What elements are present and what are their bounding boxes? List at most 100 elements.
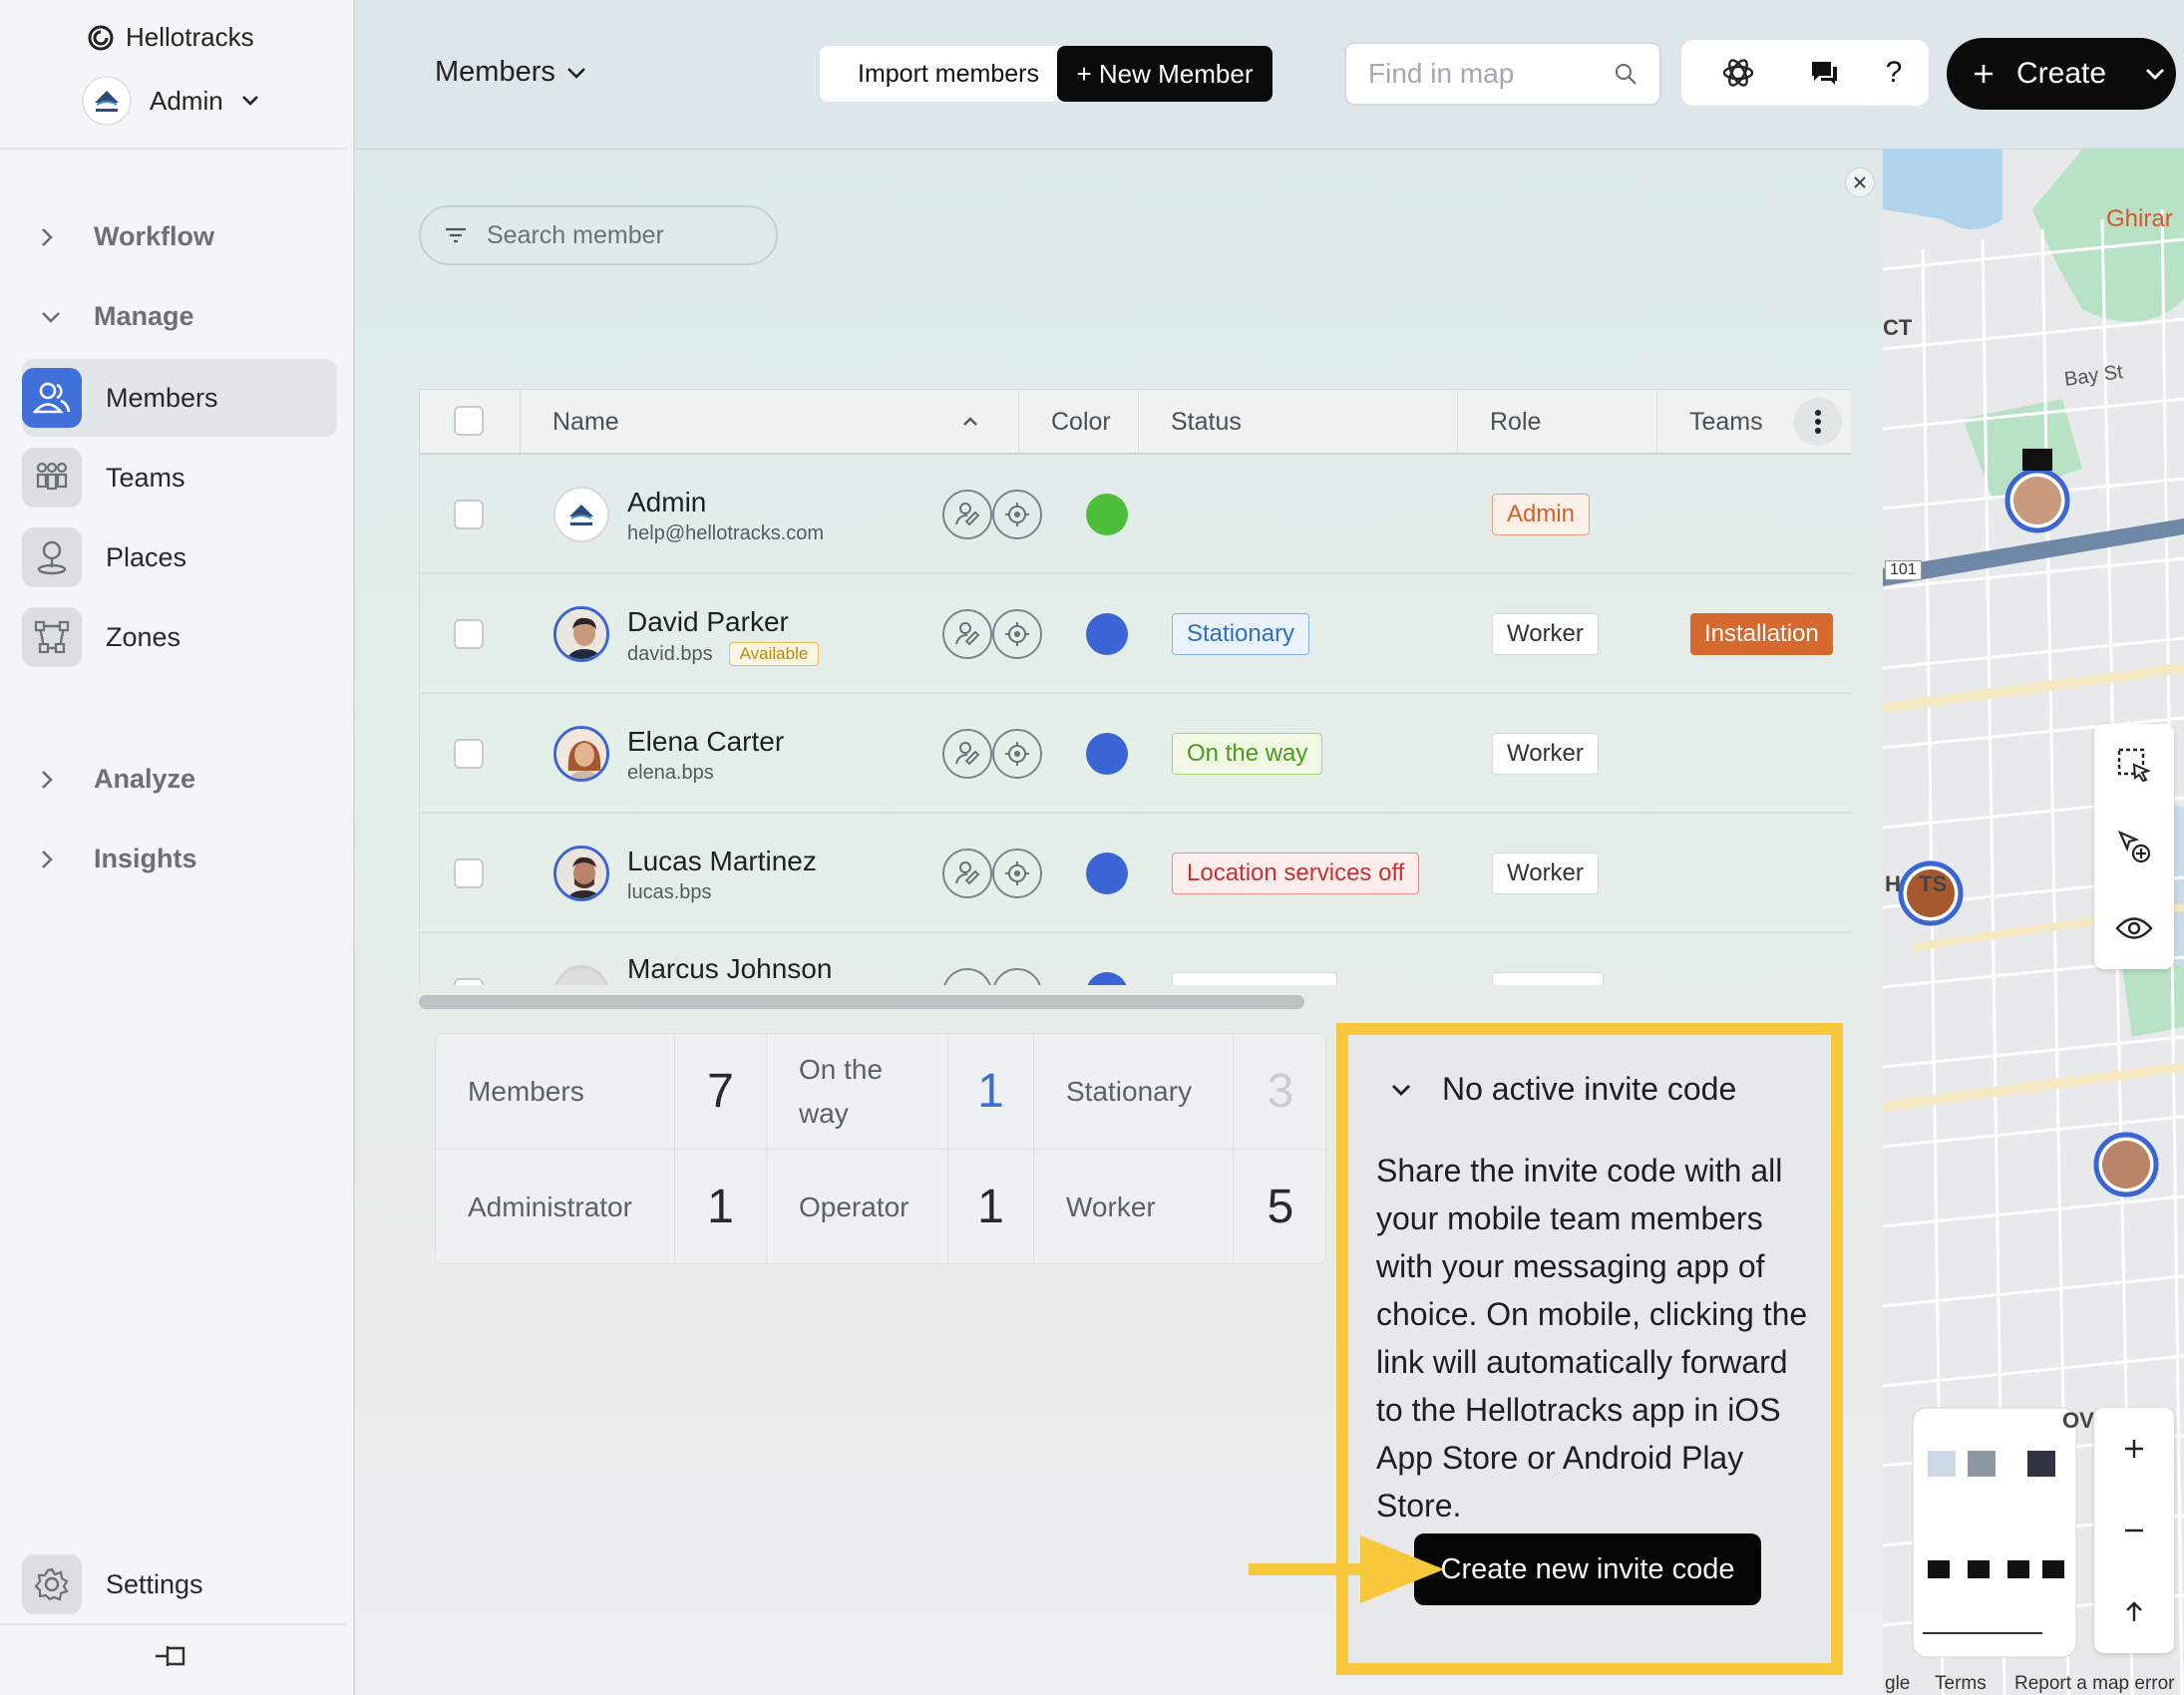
add-point-button[interactable] bbox=[2094, 806, 2174, 887]
member-name[interactable]: Elena Carter bbox=[627, 726, 784, 758]
member-search-input[interactable]: Search member bbox=[419, 205, 778, 265]
member-name[interactable]: David Parker bbox=[627, 606, 789, 638]
area-select-button[interactable] bbox=[2094, 724, 2174, 806]
table-row[interactable]: Lucas Martinez lucas.bps Location servic… bbox=[420, 814, 1851, 933]
map-report-error-link[interactable]: Report a map error bbox=[2014, 1673, 2175, 1695]
crosshair-icon bbox=[1003, 740, 1031, 768]
table-header: Name Color Status Role Teams bbox=[420, 389, 1851, 455]
column-header-role[interactable]: Role bbox=[1457, 390, 1656, 454]
row-checkbox[interactable] bbox=[454, 978, 484, 985]
map-search-input[interactable]: Find in map bbox=[1344, 42, 1661, 106]
locate-member-button[interactable] bbox=[992, 490, 1042, 539]
member-color-dot bbox=[1086, 733, 1128, 775]
column-header-label: Status bbox=[1171, 407, 1242, 436]
nav-group-label: Analyze bbox=[94, 764, 196, 794]
sidebar-item-label: Settings bbox=[106, 1568, 203, 1599]
member-username: david.bps Available bbox=[627, 642, 820, 666]
nav-group-insights[interactable]: Insights bbox=[40, 844, 197, 874]
sidebar-item-teams[interactable]: Teams bbox=[22, 439, 337, 516]
member-username: lucas.bps bbox=[627, 881, 712, 904]
chevron-right-icon bbox=[40, 226, 54, 248]
close-panel-button[interactable] bbox=[1845, 168, 1875, 197]
edit-member-button[interactable] bbox=[942, 490, 992, 539]
user-edit-icon bbox=[953, 859, 981, 887]
member-name[interactable]: Admin bbox=[627, 487, 706, 518]
plus-icon bbox=[2123, 1438, 2145, 1460]
hellotracks-logo-icon bbox=[88, 25, 114, 51]
row-checkbox[interactable] bbox=[454, 619, 484, 649]
member-username: elena.bps bbox=[627, 762, 714, 785]
edit-member-button[interactable] bbox=[942, 609, 992, 659]
sort-ascending-icon bbox=[962, 416, 978, 428]
row-checkbox[interactable] bbox=[454, 500, 484, 529]
new-member-button[interactable]: + New Member bbox=[1057, 46, 1273, 102]
stat-label: Worker bbox=[1034, 1150, 1234, 1265]
column-header-name[interactable]: Name bbox=[520, 390, 1018, 454]
sidebar-item-label: Zones bbox=[106, 621, 182, 652]
nav-group-analyze[interactable]: Analyze bbox=[40, 764, 195, 795]
table-row[interactable]: Elena Carter elena.bps On the way Worker bbox=[420, 694, 1851, 814]
pin-sidebar-icon[interactable] bbox=[154, 1641, 189, 1671]
nav-group-manage[interactable]: Manage bbox=[40, 301, 194, 332]
crosshair-icon bbox=[1003, 501, 1031, 528]
row-checkbox[interactable] bbox=[454, 739, 484, 769]
chevron-right-icon bbox=[40, 769, 54, 791]
create-button[interactable]: Create bbox=[1947, 38, 2176, 110]
crosshair-icon bbox=[1003, 859, 1031, 887]
edit-member-button[interactable] bbox=[942, 848, 992, 898]
member-color-dot bbox=[1086, 613, 1128, 655]
zoom-in-button[interactable] bbox=[2094, 1408, 2174, 1490]
status-badge bbox=[1172, 972, 1337, 985]
member-username-text: lucas.bps bbox=[627, 881, 712, 903]
sidebar-item-zones[interactable]: Zones bbox=[22, 598, 337, 676]
column-header-status[interactable]: Status bbox=[1138, 390, 1457, 454]
member-username: help@hellotracks.com bbox=[627, 522, 824, 545]
chat-icon bbox=[1809, 59, 1839, 87]
reset-north-button[interactable] bbox=[2094, 1571, 2174, 1653]
sidebar-item-places[interactable]: Places bbox=[22, 518, 337, 596]
filter-icon bbox=[445, 226, 467, 244]
table-row[interactable]: Admin help@hellotracks.com Admin bbox=[420, 455, 1851, 574]
column-header-color[interactable]: Color bbox=[1018, 390, 1138, 454]
sidebar-item-settings[interactable]: Settings bbox=[22, 1545, 337, 1623]
view-switcher[interactable]: Members bbox=[435, 56, 587, 89]
table-row[interactable]: David Parker david.bps Available Stationa… bbox=[420, 574, 1851, 694]
nav-group-label: Insights bbox=[94, 844, 197, 873]
table-horizontal-scrollbar[interactable] bbox=[419, 995, 1304, 1009]
account-switcher[interactable]: Admin bbox=[82, 76, 259, 126]
row-checkbox[interactable] bbox=[454, 858, 484, 888]
locate-member-button[interactable] bbox=[992, 968, 1042, 985]
member-name[interactable]: Marcus Johnson bbox=[627, 953, 832, 985]
edit-member-button[interactable] bbox=[942, 968, 992, 985]
chevron-down-icon bbox=[2144, 67, 2166, 81]
table-row[interactable]: Marcus Johnson bbox=[420, 933, 1851, 985]
status-badge: Location services off bbox=[1172, 852, 1420, 894]
invite-collapse-toggle[interactable]: No active invite code bbox=[1390, 1071, 1736, 1108]
help-button[interactable]: ? bbox=[1859, 40, 1929, 106]
map-terms-link[interactable]: Terms bbox=[1935, 1673, 1987, 1695]
import-members-button[interactable]: Import members bbox=[820, 46, 1077, 102]
team-badge: Installation bbox=[1690, 613, 1833, 655]
select-all-checkbox[interactable] bbox=[454, 406, 484, 436]
locate-member-button[interactable] bbox=[992, 848, 1042, 898]
map-label: Ghirar bbox=[2106, 205, 2173, 232]
map-label: OV bbox=[2062, 1408, 2094, 1433]
sidebar-divider bbox=[0, 1623, 347, 1625]
column-options-button[interactable] bbox=[1794, 398, 1842, 446]
edit-member-button[interactable] bbox=[942, 729, 992, 779]
member-username-text: elena.bps bbox=[627, 762, 714, 784]
nav-group-workflow[interactable]: Workflow bbox=[40, 221, 214, 252]
cursor-plus-icon bbox=[2116, 829, 2152, 864]
locate-member-button[interactable] bbox=[992, 609, 1042, 659]
locate-member-button[interactable] bbox=[992, 729, 1042, 779]
sidebar-item-members[interactable]: Members bbox=[22, 359, 337, 437]
member-name[interactable]: Lucas Martinez bbox=[627, 846, 817, 877]
map-toolbar bbox=[2094, 724, 2174, 969]
visibility-button[interactable] bbox=[2094, 887, 2174, 969]
zoom-out-button[interactable] bbox=[2094, 1490, 2174, 1571]
avatar bbox=[553, 487, 609, 542]
map-zoom-controls bbox=[2094, 1408, 2174, 1653]
create-invite-code-button[interactable]: Create new invite code bbox=[1414, 1533, 1761, 1605]
nav-group-label: Manage bbox=[94, 301, 194, 331]
member-search-placeholder: Search member bbox=[487, 220, 664, 249]
